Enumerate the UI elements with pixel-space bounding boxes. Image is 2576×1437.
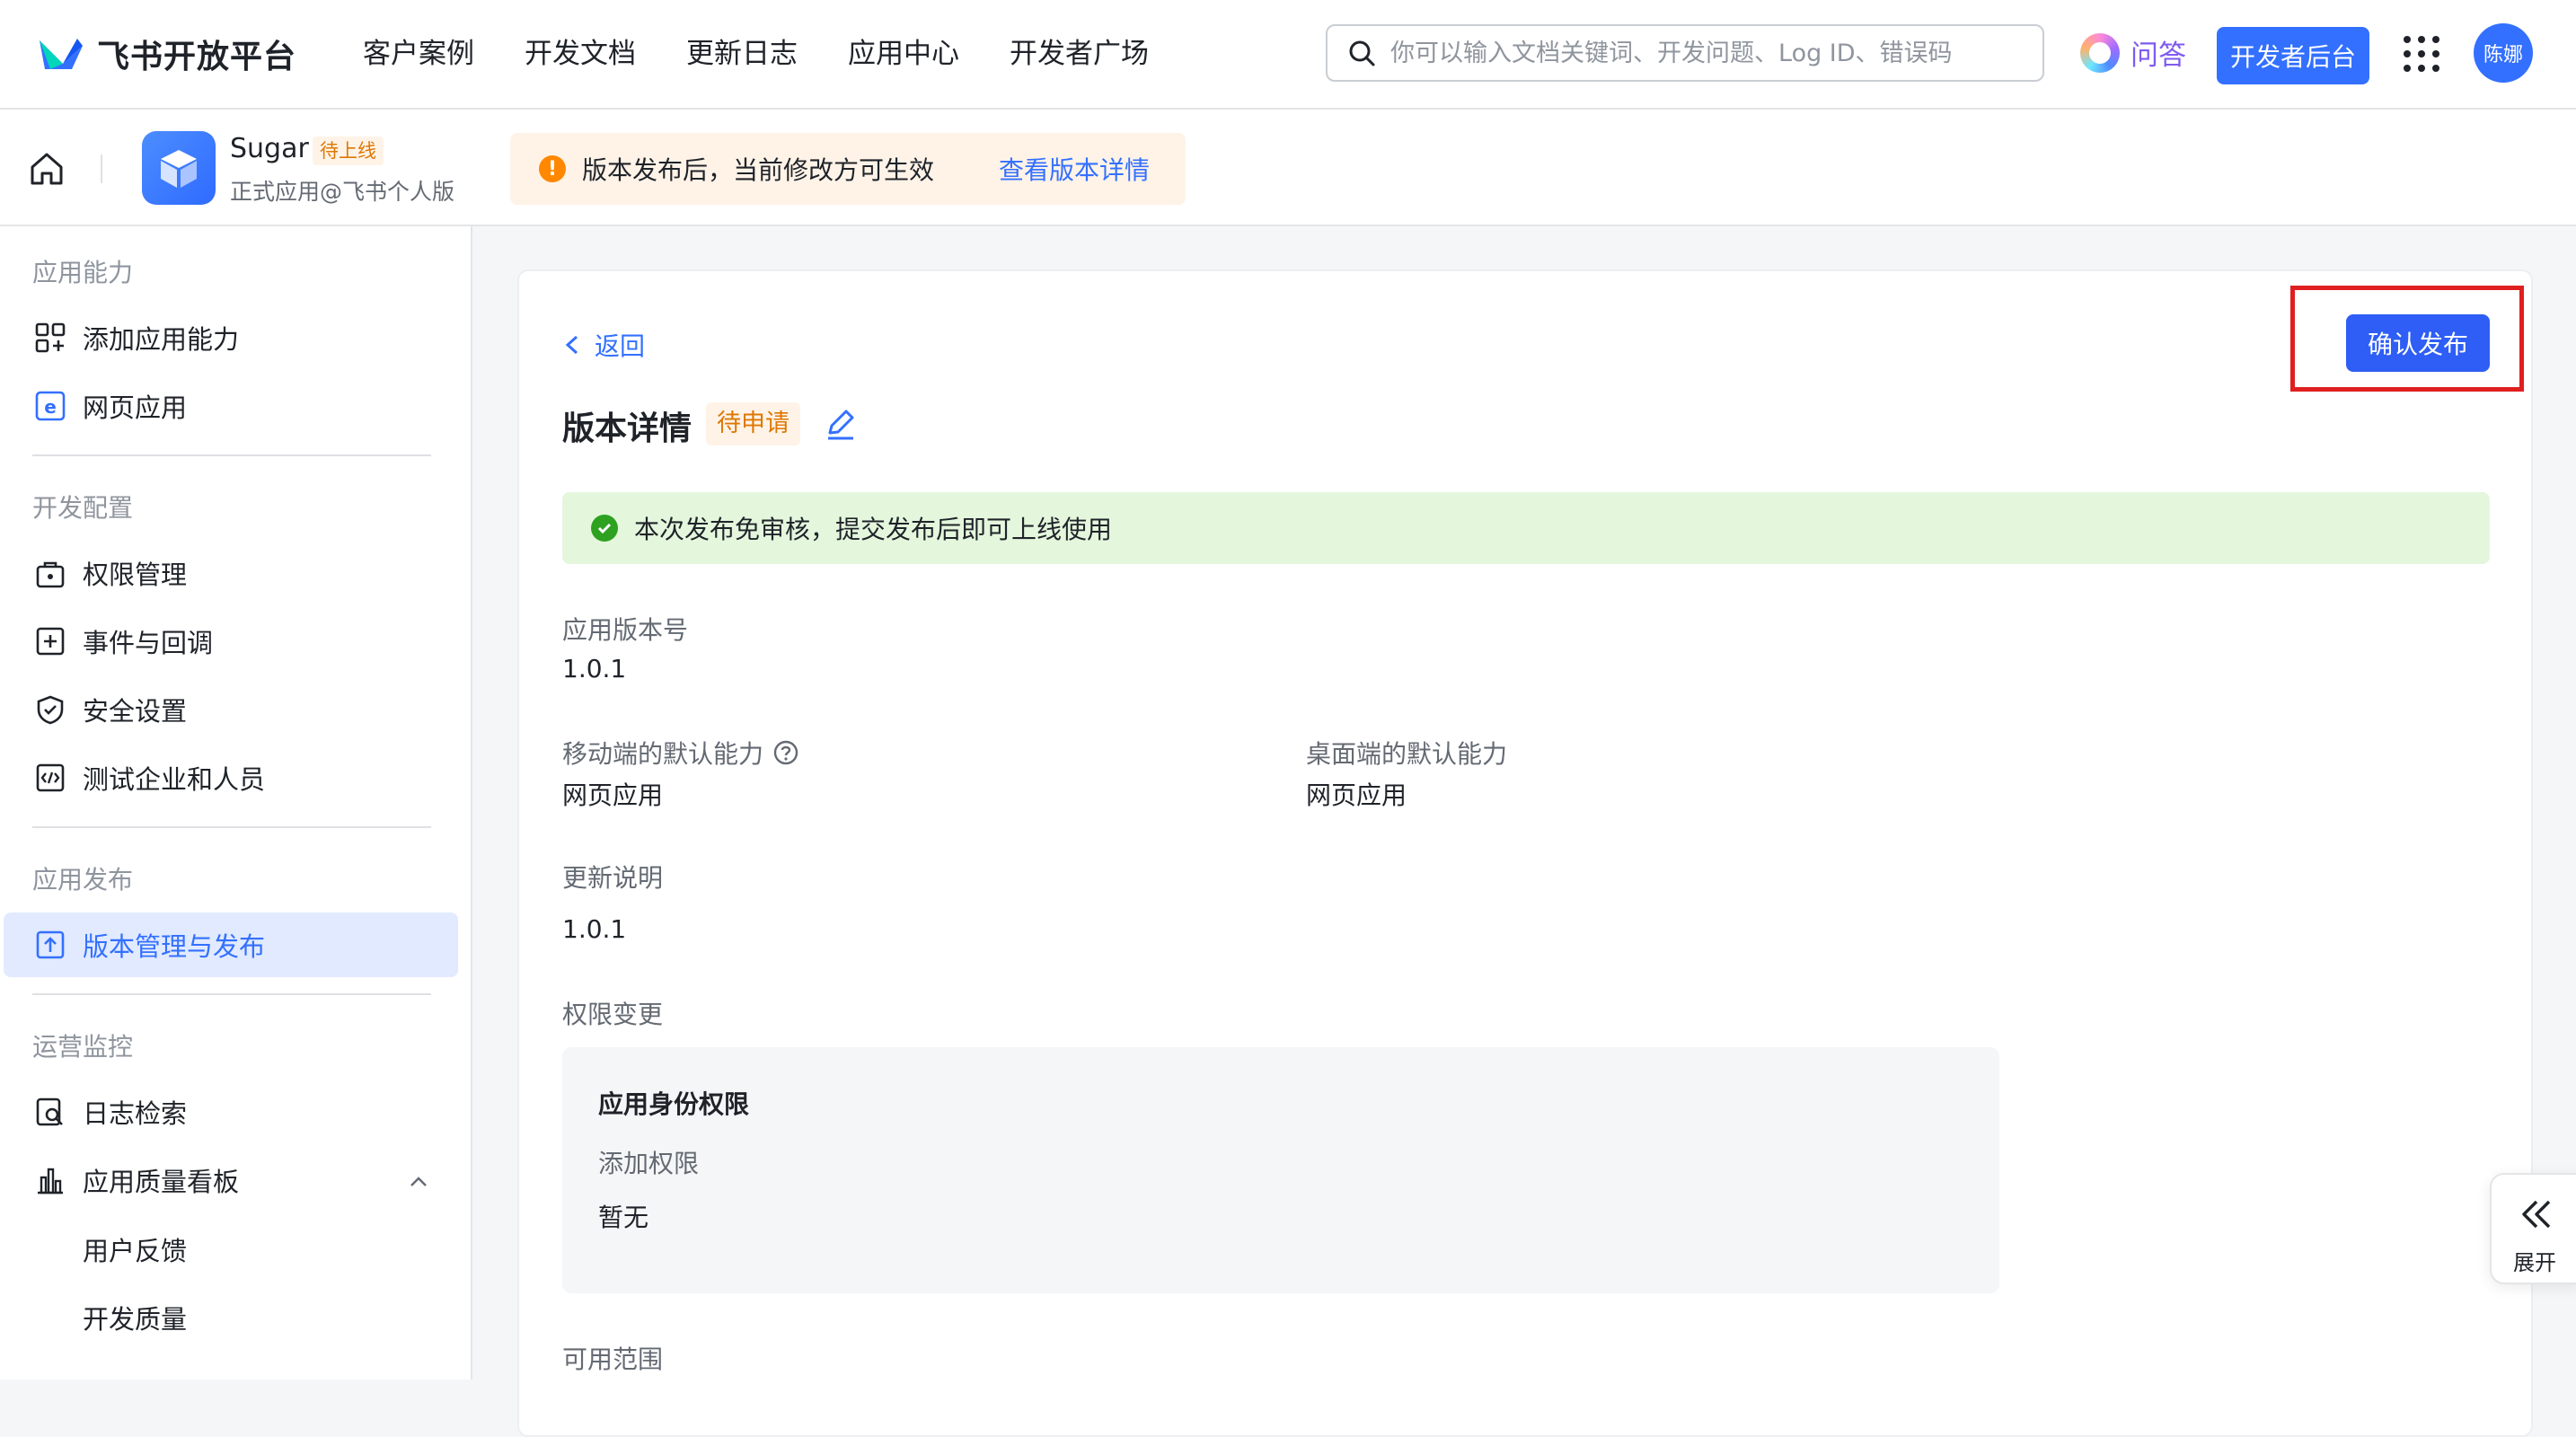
- sidebar-subitem-dev-quality[interactable]: 开发质量: [83, 1299, 187, 1336]
- confirm-release-button[interactable]: 确认发布: [2346, 314, 2490, 372]
- version-value: 1.0.1: [562, 654, 627, 683]
- edit-icon[interactable]: [823, 406, 859, 442]
- web-app-icon: e: [34, 390, 66, 422]
- help-icon[interactable]: [772, 739, 799, 766]
- log-search-icon: [34, 1096, 66, 1128]
- app-header: Sugar 待上线 正式应用@飞书个人版 ! 版本发布后，当前修改方可生效 查看…: [0, 110, 2576, 226]
- brand-name: 飞书开放平台: [97, 39, 297, 75]
- logo-icon: [40, 39, 83, 69]
- sidebar-section-title: 开发配置: [32, 493, 134, 523]
- add-app-icon: [34, 322, 66, 354]
- divider: [32, 454, 431, 456]
- version-detail-card: 返回 确认发布 版本详情 待申请 本次发布免审核，提交发布后即可上线使用 应用版…: [517, 269, 2533, 1437]
- top-nav: 飞书开放平台 客户案例 开发文档 更新日志 应用中心 开发者广场 问答 开发者后…: [0, 0, 2576, 110]
- sidebar-item-label: 网页应用: [83, 392, 188, 423]
- divider: [32, 826, 431, 828]
- available-scope-label: 可用范围: [562, 1344, 664, 1374]
- back-label: 返回: [595, 331, 646, 361]
- add-permission-value: 暂无: [598, 1203, 649, 1232]
- event-icon: [34, 625, 66, 657]
- sidebar-item-version-release[interactable]: 版本管理与发布: [4, 912, 458, 977]
- app-cube-icon: [142, 131, 216, 205]
- permission-box-title: 应用身份权限: [598, 1089, 750, 1119]
- avatar[interactable]: 陈娜: [2474, 23, 2533, 83]
- search-icon: [1349, 40, 1375, 66]
- nav-link-changelog[interactable]: 更新日志: [686, 32, 798, 75]
- test-icon: [34, 762, 66, 794]
- sidebar-item-log-search[interactable]: 日志检索: [4, 1080, 458, 1144]
- sidebar: 应用能力 添加应用能力 e 网页应用 开发配置 权限管理 事件与回调 安全设置 …: [0, 226, 472, 1380]
- sidebar-item-label: 日志检索: [83, 1098, 188, 1129]
- update-notes-label: 更新说明: [562, 863, 664, 893]
- success-banner: 本次发布免审核，提交发布后即可上线使用: [562, 492, 2490, 564]
- view-version-link[interactable]: 查看版本详情: [999, 151, 1150, 187]
- expand-panel-button[interactable]: 展开: [2490, 1173, 2576, 1284]
- sidebar-item-label: 事件与回调: [83, 628, 214, 658]
- sidebar-item-add-capability[interactable]: 添加应用能力: [4, 305, 458, 370]
- search-input[interactable]: [1390, 39, 2019, 67]
- app-subtitle: 正式应用@飞书个人版: [230, 179, 455, 205]
- update-notes-value: 1.0.1: [562, 914, 627, 944]
- sidebar-subitem-feedback[interactable]: 用户反馈: [83, 1230, 187, 1268]
- mobile-capability-value: 网页应用: [562, 780, 664, 810]
- sidebar-section-title: 运营监控: [32, 1032, 134, 1062]
- desktop-capability-value: 网页应用: [1306, 780, 1407, 810]
- sidebar-item-quality-board[interactable]: 应用质量看板: [4, 1148, 458, 1212]
- search-box[interactable]: [1326, 24, 2044, 82]
- permission-icon: [34, 557, 66, 589]
- sidebar-item-label: 安全设置: [83, 696, 188, 727]
- sidebar-item-permissions[interactable]: 权限管理: [4, 541, 458, 605]
- status-badge: 待申请: [706, 402, 800, 445]
- nav-link-cases[interactable]: 客户案例: [363, 32, 474, 75]
- sidebar-item-label: 测试企业和人员: [83, 764, 266, 795]
- mobile-label-text: 移动端的默认能力: [562, 739, 764, 769]
- brand-logo[interactable]: 飞书开放平台: [36, 31, 296, 77]
- notice-banner: ! 版本发布后，当前修改方可生效 查看版本详情: [510, 133, 1186, 205]
- back-link[interactable]: 返回: [562, 327, 645, 363]
- main-nav: 客户案例 开发文档 更新日志 应用中心 开发者广场: [363, 32, 1199, 75]
- sidebar-item-test-users[interactable]: 测试企业和人员: [4, 745, 458, 810]
- mobile-capability-label: 移动端的默认能力: [562, 735, 799, 771]
- nav-link-app-center[interactable]: 应用中心: [848, 32, 959, 75]
- dev-console-button[interactable]: 开发者后台: [2217, 27, 2369, 84]
- svg-text:e: e: [44, 396, 57, 418]
- page-title: 版本详情: [562, 410, 693, 447]
- nav-link-docs[interactable]: 开发文档: [525, 32, 636, 75]
- upload-icon: [34, 929, 66, 961]
- sidebar-item-events[interactable]: 事件与回调: [4, 609, 458, 674]
- chevron-up-icon[interactable]: [408, 1171, 429, 1193]
- desktop-capability-label: 桌面端的默认能力: [1306, 739, 1508, 769]
- sidebar-item-label: 应用质量看板: [83, 1167, 240, 1197]
- version-label: 应用版本号: [562, 615, 689, 645]
- qa-label: 问答: [2130, 40, 2186, 72]
- notice-text: 版本发布后，当前修改方可生效: [582, 155, 935, 185]
- sidebar-item-label: 权限管理: [83, 560, 188, 590]
- sidebar-item-label: 添加应用能力: [83, 324, 240, 355]
- sidebar-section-title: 应用能力: [32, 258, 134, 287]
- sidebar-item-security[interactable]: 安全设置: [4, 677, 458, 742]
- sidebar-section-title: 应用发布: [32, 865, 134, 895]
- qa-button[interactable]: 问答: [2080, 32, 2186, 73]
- shield-icon: [34, 693, 66, 726]
- grid-icon[interactable]: [2404, 36, 2439, 72]
- home-icon[interactable]: [27, 149, 66, 189]
- app-name: Sugar: [230, 133, 309, 164]
- chevron-left-icon: [565, 335, 578, 355]
- chart-icon: [34, 1164, 66, 1196]
- nav-link-dev-square[interactable]: 开发者广场: [1010, 32, 1149, 75]
- divider: [32, 993, 431, 995]
- permission-change-label: 权限变更: [562, 1000, 664, 1029]
- check-circle-icon: [591, 515, 618, 542]
- warning-icon: !: [539, 155, 566, 182]
- success-text: 本次发布免审核，提交发布后即可上线使用: [634, 515, 1113, 544]
- expand-label: 展开: [2513, 1250, 2556, 1275]
- sidebar-item-label: 版本管理与发布: [83, 931, 266, 962]
- add-permission-label: 添加权限: [598, 1149, 700, 1178]
- divider: [101, 154, 102, 183]
- double-chevron-left-icon: [2522, 1200, 2551, 1229]
- sidebar-item-web-app[interactable]: e 网页应用: [4, 374, 458, 438]
- status-badge: 待上线: [313, 137, 384, 165]
- qa-icon: [2080, 32, 2120, 73]
- permission-box: 应用身份权限 添加权限 暂无: [562, 1047, 1999, 1293]
